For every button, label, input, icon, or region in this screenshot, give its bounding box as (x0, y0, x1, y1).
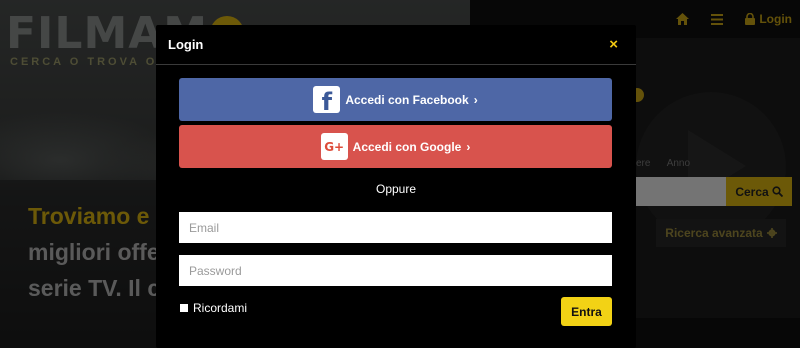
divider-text: Oppure (375, 182, 417, 196)
password-field[interactable] (179, 255, 612, 286)
google-login-label: Accedi con Google (352, 139, 462, 154)
google-plus-icon: G+ (320, 133, 348, 160)
remember-me-checkbox[interactable]: Ricordami (180, 301, 247, 315)
modal-header: Login × (156, 25, 636, 65)
modal-title: Login (168, 37, 204, 52)
submit-login-button[interactable]: Entra (561, 297, 612, 326)
close-icon[interactable]: × (609, 36, 618, 53)
login-modal: Login × f Accedi con Facebook › G+ Acced… (156, 25, 636, 348)
chevron-right-icon: › (473, 92, 478, 107)
remember-me-label: Ricordami (193, 301, 248, 315)
facebook-icon: f (313, 86, 341, 116)
chevron-right-icon: › (466, 139, 471, 154)
facebook-login-button[interactable]: f Accedi con Facebook › (179, 78, 612, 121)
checkbox-square[interactable] (180, 304, 188, 312)
email-field[interactable] (179, 212, 612, 243)
google-login-button[interactable]: G+ Accedi con Google › (179, 125, 612, 168)
facebook-login-label: Accedi con Facebook (345, 92, 469, 107)
